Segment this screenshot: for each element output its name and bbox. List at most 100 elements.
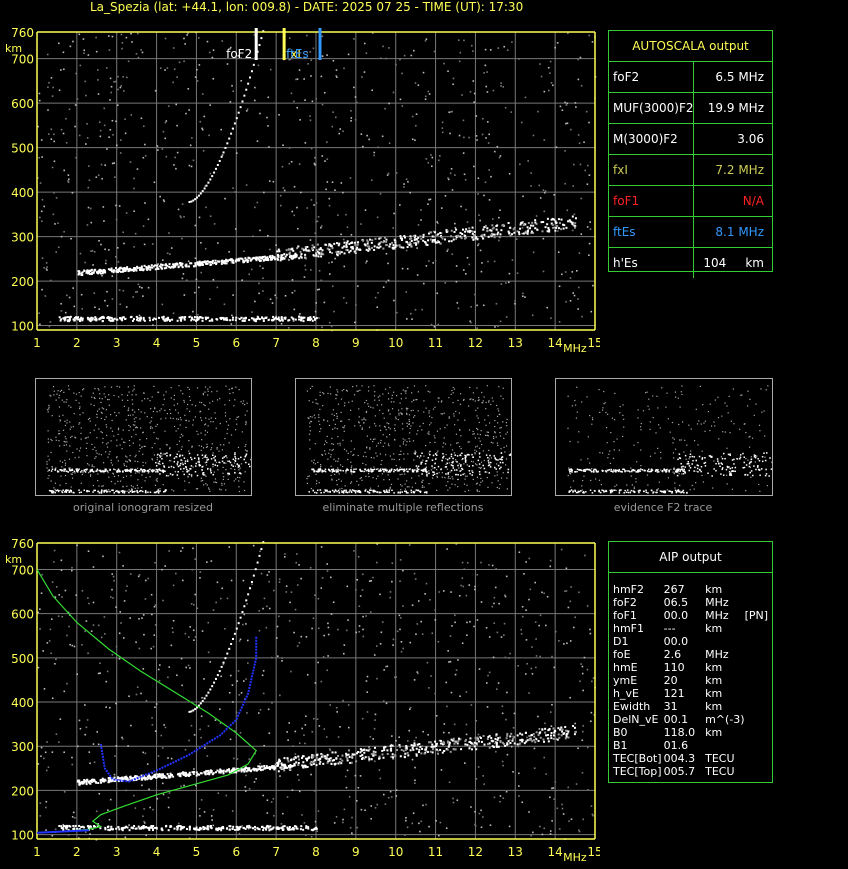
aip-row: ymE 20 km [613, 674, 772, 687]
x-tick-label: 2 [73, 336, 81, 350]
aip-cell [745, 739, 772, 752]
aip-cell [705, 635, 744, 648]
x-tick-label: 11 [428, 845, 443, 859]
x-tick-label: 10 [388, 336, 403, 350]
aip-cell: km [705, 700, 723, 713]
autoscala-separator [693, 186, 694, 216]
ionogram-plot: 1 2 3 4 5 6 7 8 9 10 11 12 13 14 15 MHz 100 200 300 400 500 6… [0, 14, 600, 364]
aip-header: AIP output [609, 542, 772, 573]
aip-cell: --- [663, 622, 676, 635]
echo-dots [37, 30, 597, 332]
aip-cell: B0 [613, 726, 628, 739]
aip-row: Ewidth 31 km [613, 700, 772, 713]
autoscala-label: M(3000)F2 [613, 132, 678, 146]
ionogram-grid [36, 31, 596, 330]
aip-cell [745, 596, 772, 609]
y-tick-label: 760 [11, 26, 34, 40]
aip-cell: km [705, 661, 723, 674]
aip-cell: MHz [705, 648, 729, 661]
autoscala-label: fxI [613, 163, 628, 177]
aip-row: foE 2.6 MHz [613, 648, 772, 661]
aip-cell: hmF1 [613, 622, 645, 635]
y-tick-label: 400 [11, 696, 34, 710]
autoscala-separator [693, 124, 694, 154]
aip-output-panel: AIP output hmF2 267 km foF2 06.5 MHz foF1 00.0 M… [608, 541, 773, 783]
x-tick-label: 1 [33, 845, 41, 859]
aip-cell: TEC[Top] [613, 765, 662, 778]
x-tick-label: 2 [73, 845, 81, 859]
aip-cell: 20 [663, 674, 678, 687]
autoscala-row-fxi: fxI 7.2 MHz [609, 155, 772, 186]
y-tick-label: 500 [11, 652, 34, 666]
x-tick-label: 3 [113, 845, 121, 859]
aip-cell: km [705, 687, 723, 700]
autoscala-row-muf-3000-f2: MUF(3000)F2 19.9 MHz [609, 93, 772, 124]
autoscala-separator [693, 248, 694, 278]
y-unit-label: km [5, 553, 22, 566]
aip-cell: m^(-3) [705, 713, 745, 726]
aip-cell [745, 648, 772, 661]
x-tick-label: 15 [587, 845, 600, 859]
aip-row: B0 118.0 km [613, 726, 772, 739]
ionogram-svg: 1 2 3 4 5 6 7 8 9 10 11 12 13 14 15MHz1002003004005006… [5, 26, 600, 355]
autoscala-value: 104 km [703, 256, 764, 270]
aip-row: B1 01.6 [613, 739, 772, 752]
x-unit-label: MHz [563, 342, 587, 355]
aip-cell: DelN_vE [613, 713, 659, 726]
aip-ionogram-plot: 1 2 3 4 5 6 7 8 9 10 11 12 13 14 15 MHz 100 200 300 400 500 6… [0, 530, 600, 869]
x-tick-label: 12 [468, 845, 483, 859]
aip-cell: h_vE [613, 687, 639, 700]
aip-cell: 01.6 [663, 739, 689, 752]
ionogram-grid [36, 542, 596, 839]
x-tick-label: 7 [272, 845, 280, 859]
aip-cell: foF2 [613, 596, 637, 609]
aip-cell: 31 [663, 700, 678, 713]
autoscala-value: 19.9 MHz [707, 101, 764, 115]
autoscala-value: 6.5 MHz [715, 70, 764, 84]
aip-row: hmF1 --- km [613, 622, 772, 635]
autoscala-row-ftes: ftEs 8.1 MHz [609, 217, 772, 248]
aip-cell: km [705, 622, 723, 635]
aip-cell: B1 [613, 739, 628, 752]
aip-cell [745, 752, 772, 765]
aip-table: hmF2 267 km foF2 06.5 MHz foF1 00.0 MHz [PN] hmF1 -… [613, 583, 772, 778]
x-tick-label: 7 [272, 336, 280, 350]
x-unit-label: MHz [563, 851, 587, 864]
y-tick-label: 500 [11, 142, 34, 156]
aip-cell: [PN] [744, 609, 769, 622]
aip-cell: D1 [613, 635, 629, 648]
autoscala-output-panel: AUTOSCALA output foF2 6.5 MHz MUF(3000)F2 1… [608, 30, 773, 278]
x-tick-label: 1 [33, 336, 41, 350]
x-tick-label: 3 [113, 336, 121, 350]
y-tick-label: 200 [11, 784, 34, 798]
x-tick-label: 4 [153, 845, 161, 859]
y-tick-label: 200 [11, 275, 34, 289]
autoscala-separator [693, 93, 694, 123]
aip-cell: foF1 [613, 609, 637, 622]
y-tick-label: 600 [11, 97, 34, 111]
aip-cell: 267 [663, 583, 685, 596]
thumbnail-evidence-f2 [555, 378, 773, 496]
autoscala-label: foF1 [613, 194, 640, 208]
autoscala-label: ftEs [613, 225, 636, 239]
aip-cell [745, 726, 772, 739]
aip-cell [745, 674, 772, 687]
autoscala-label: MUF(3000)F2 [613, 101, 694, 115]
aip-cell: 121 [663, 687, 685, 700]
x-tick-label: 4 [153, 336, 161, 350]
aip-cell: 118.0 [663, 726, 696, 739]
aip-cell: TECU [705, 752, 735, 765]
autoscala-row-m-3000-f2: M(3000)F2 3.06 [609, 124, 772, 155]
x-tick-label: 6 [232, 845, 240, 859]
autoscala-value: 8.1 MHz [715, 225, 764, 239]
aip-cell [705, 739, 744, 752]
x-tick-label: 14 [548, 336, 563, 350]
aip-cell: 00.0 [663, 635, 689, 648]
aip-cell: MHz [705, 609, 729, 622]
autoscala-row-fof1: foF1 N/A [609, 186, 772, 217]
autoscala-value: N/A [742, 194, 764, 208]
aip-cell: 004.3 [663, 752, 696, 765]
y-tick-label: 760 [11, 537, 34, 551]
ionogram-title: La_Spezia (lat: +44.1, lon: 009.8) - DAT… [90, 0, 524, 14]
y-tick-label: 400 [11, 186, 34, 200]
